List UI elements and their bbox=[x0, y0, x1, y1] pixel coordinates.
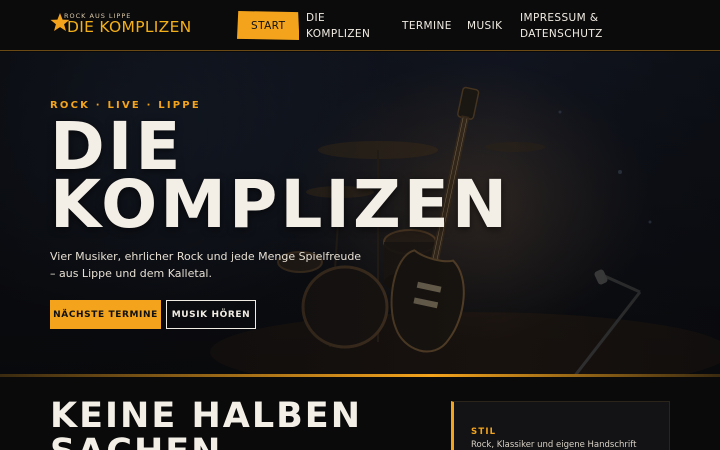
next-dates-button[interactable]: NÄCHSTE TERMINE bbox=[50, 300, 161, 329]
page: Rock aus Lippe DIE KOMPLIZEN Start Die K… bbox=[0, 0, 720, 450]
section-divider bbox=[0, 374, 720, 377]
hero-title-line: KOMPLIZEN bbox=[50, 166, 511, 243]
card-text: Rock, Klassiker und eigene Handschrift bbox=[471, 440, 637, 450]
nav-item-die-komplizen[interactable]: Die Komplizen bbox=[306, 0, 370, 51]
nav-item-termine[interactable]: Termine bbox=[402, 0, 452, 51]
style-info-card: STIL Rock, Klassiker und eigene Handschr… bbox=[451, 401, 670, 450]
hero-title: DIE KOMPLIZEN bbox=[50, 114, 511, 243]
logo-name: DIE KOMPLIZEN bbox=[67, 18, 192, 36]
site-header: Rock aus Lippe DIE KOMPLIZEN Start Die K… bbox=[0, 0, 720, 51]
hero-section: ROCK · LIVE · LIPPE DIE KOMPLIZEN Vier M… bbox=[0, 52, 720, 375]
card-label: STIL bbox=[471, 427, 497, 437]
section-title-line: KEINE HALBEN bbox=[50, 396, 362, 436]
section-title-line: SACHEN bbox=[50, 434, 362, 450]
nav-item-label: Start bbox=[251, 19, 286, 32]
nav-item-impressum[interactable]: Impressum & Datenschutz bbox=[520, 0, 603, 51]
nav-item-musik[interactable]: Musik bbox=[467, 0, 502, 51]
hero-description: Vier Musiker, ehrlicher Rock und jede Me… bbox=[50, 250, 362, 280]
nav-item-label: Die Komplizen bbox=[306, 11, 371, 40]
nav-item-label: Impressum & Datenschutz bbox=[520, 11, 603, 40]
listen-music-button[interactable]: MUSIK HÖREN bbox=[166, 300, 256, 329]
section-title: KEINE HALBEN SACHEN bbox=[50, 398, 362, 450]
nav-item-label: Musik bbox=[467, 19, 503, 32]
logo-link[interactable]: Rock aus Lippe DIE KOMPLIZEN bbox=[50, 10, 200, 40]
nav-item-label: Termine bbox=[402, 19, 452, 32]
nav-item-start[interactable]: Start bbox=[237, 11, 300, 40]
